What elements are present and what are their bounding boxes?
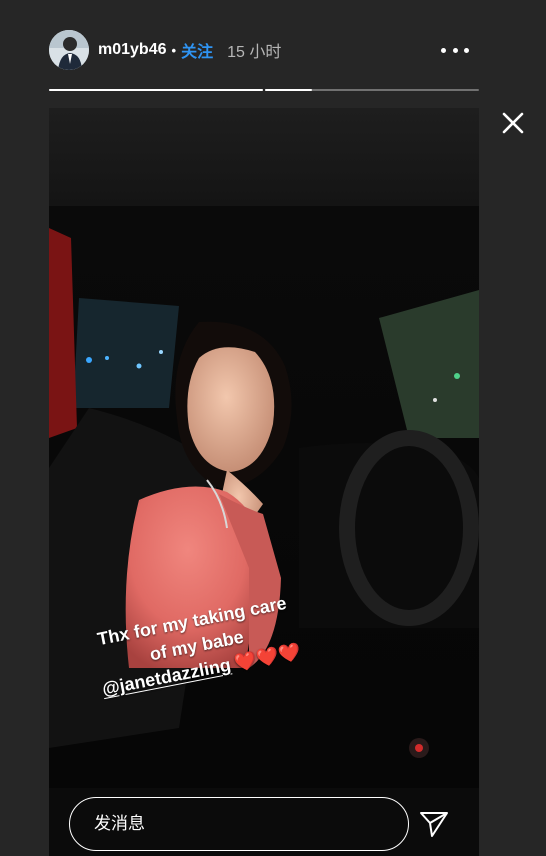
story-viewer: m01yb46 • 关注 15 小时 Thx for my taking car… [0,0,546,856]
send-icon[interactable] [418,808,450,840]
story-media[interactable] [49,108,479,856]
progress-fill [265,89,313,91]
follow-button[interactable]: 关注 [181,38,213,62]
more-options-icon[interactable] [441,40,469,60]
story-progress [49,89,479,91]
username[interactable]: m01yb46 [98,41,167,59]
progress-segment [49,89,263,91]
story-timestamp: 15 小时 [227,44,282,61]
progress-segment [265,89,479,91]
avatar[interactable] [49,30,89,70]
progress-fill [49,89,263,91]
close-icon[interactable] [500,110,526,136]
separator-dot: • [171,42,177,58]
story-header: m01yb46 • 关注 15 小时 [49,30,479,70]
message-input[interactable] [69,797,409,851]
